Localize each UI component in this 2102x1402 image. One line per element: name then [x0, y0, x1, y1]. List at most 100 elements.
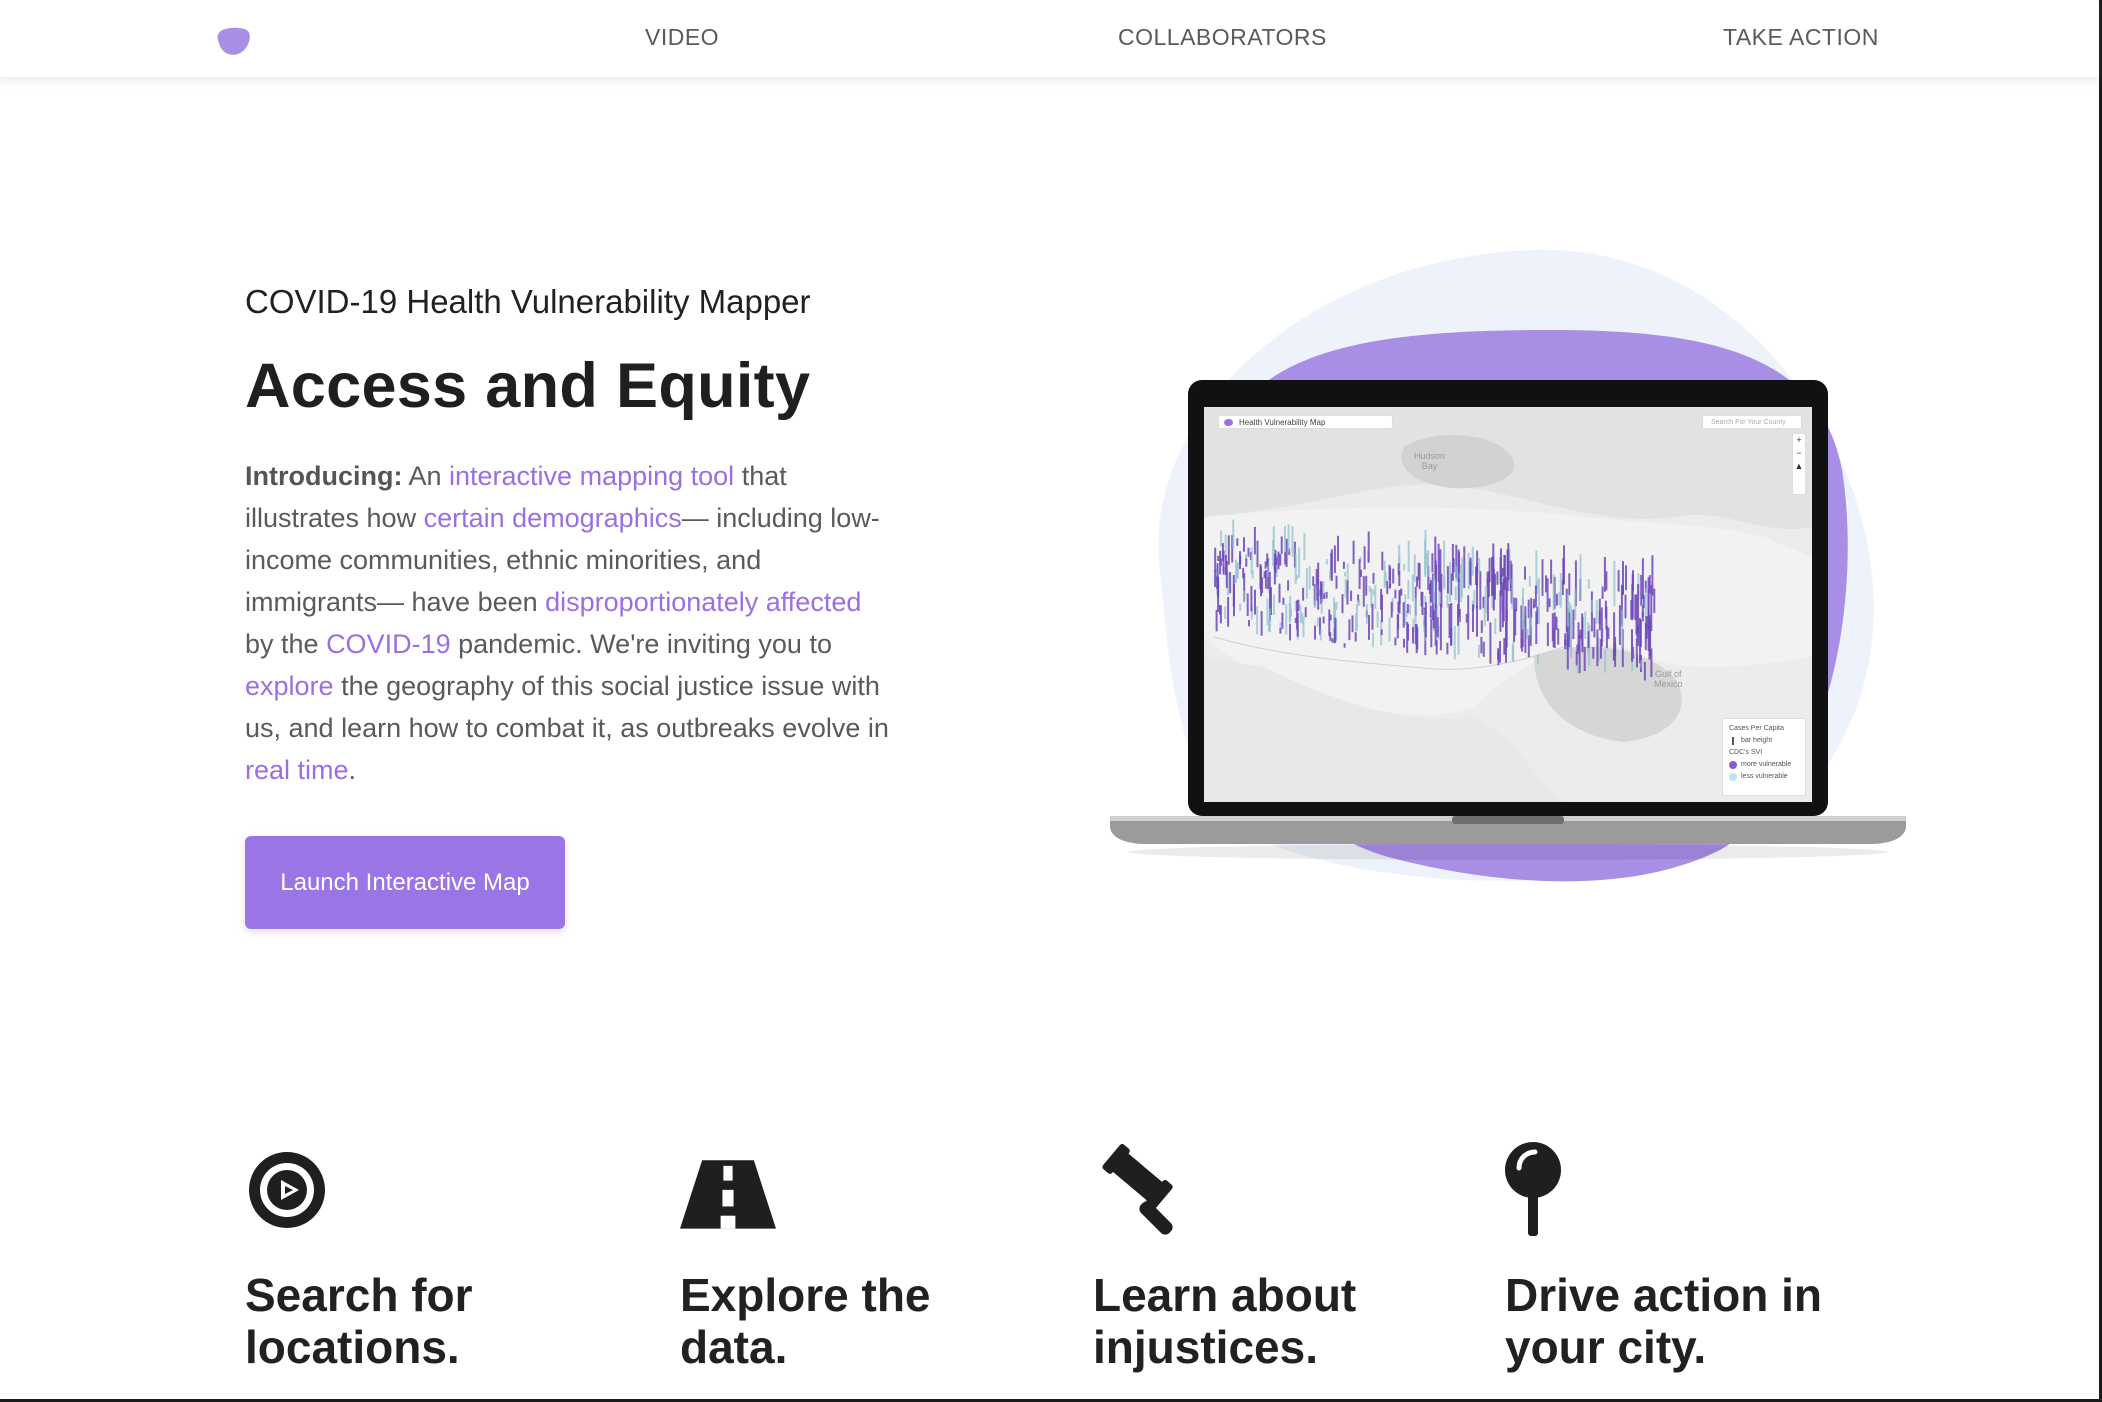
map-case-bar — [1260, 611, 1263, 636]
map-case-bar — [1214, 570, 1217, 587]
map-case-bar — [1644, 623, 1647, 650]
map-case-bar — [1343, 643, 1346, 648]
map-case-bar — [1398, 571, 1401, 586]
map-case-bar — [1334, 617, 1337, 643]
map-case-bar — [1283, 526, 1286, 553]
map-case-bar — [1430, 580, 1432, 603]
map-case-bar — [1437, 543, 1440, 582]
zoom-in-button[interactable]: + — [1793, 434, 1805, 447]
gavel-icon — [1102, 1144, 1173, 1235]
legend-more-vulnerable: more vulnerable — [1729, 759, 1799, 771]
map-case-bar — [1354, 632, 1357, 642]
map-case-bar — [1472, 604, 1474, 632]
link-interactive-mapping-tool[interactable]: interactive mapping tool — [449, 461, 734, 491]
map-case-bar — [1505, 621, 1507, 663]
map-case-bar — [1639, 619, 1642, 648]
map-case-bar — [1294, 553, 1297, 584]
bar-height-icon — [1732, 737, 1734, 745]
map-case-bar — [1587, 631, 1590, 649]
map-case-bar — [1499, 557, 1502, 584]
map-case-bar — [1643, 661, 1646, 681]
map-case-bar — [1416, 627, 1419, 650]
map-case-bar — [1328, 609, 1331, 636]
map-zoom-controls[interactable]: + − ▲ — [1792, 433, 1806, 495]
link-explore[interactable]: explore — [245, 671, 334, 701]
map-county-search[interactable]: Search For Your County — [1702, 415, 1802, 429]
map-case-bar — [1635, 594, 1638, 635]
link-covid-19[interactable]: COVID-19 — [326, 629, 451, 659]
map-case-bar — [1224, 534, 1227, 559]
launch-interactive-map-button[interactable]: Launch Interactive Map — [245, 836, 565, 929]
map-case-bar — [1358, 559, 1361, 589]
map-case-bar — [1469, 560, 1472, 584]
map-case-bar — [1376, 611, 1379, 628]
map-case-bar — [1647, 589, 1650, 631]
map-case-bar — [1438, 580, 1441, 591]
cyan-dot-icon — [1729, 773, 1737, 781]
map-case-bar — [1618, 605, 1621, 645]
map-case-bar — [1232, 519, 1235, 549]
map-case-bar — [1528, 576, 1531, 587]
map-case-bar — [1268, 571, 1271, 594]
map-case-bar — [1430, 618, 1433, 648]
map-case-bar — [1285, 538, 1288, 568]
nav-link-video[interactable]: VIDEO — [645, 24, 719, 51]
map-case-bar — [1579, 554, 1582, 600]
map-case-bar — [1446, 566, 1449, 594]
map-case-bar — [1302, 587, 1305, 601]
map-case-bar — [1380, 629, 1383, 635]
map-case-bar — [1636, 654, 1638, 668]
map-case-bar — [1471, 546, 1474, 576]
map-case-bar — [1572, 609, 1575, 640]
page: VIDEO COLLABORATORS TAKE ACTION COVID-19… — [0, 0, 2102, 1402]
map-case-bar — [1486, 582, 1489, 622]
map-case-bar — [1552, 628, 1555, 648]
map-case-bar — [1344, 579, 1347, 598]
map-case-bar — [1299, 605, 1302, 624]
map-case-bar — [1427, 550, 1430, 577]
map-case-bar — [1595, 600, 1598, 624]
map-case-bar — [1254, 589, 1256, 615]
map-case-bar — [1350, 590, 1353, 602]
map-case-bar — [1604, 649, 1607, 673]
nav-link-take-action[interactable]: TAKE ACTION — [1723, 24, 1879, 51]
map-case-bar — [1651, 555, 1654, 596]
map-case-bar — [1432, 575, 1435, 604]
map-case-bar — [1243, 537, 1245, 552]
link-certain-demographics[interactable]: certain demographics — [424, 503, 682, 533]
map-dropdown[interactable]: Health Vulnerability Map — [1218, 415, 1393, 429]
legend-more-label: more vulnerable — [1741, 761, 1792, 768]
map-case-bar — [1236, 538, 1239, 546]
map-case-bar — [1511, 578, 1514, 610]
feature-title: Search for locations. — [245, 1269, 473, 1373]
legend-less-vulnerable: less vulnerable — [1729, 771, 1799, 783]
feature-title: Drive action in your city. — [1505, 1269, 1822, 1373]
purple-dot-icon — [1729, 761, 1737, 769]
map-case-bar — [1386, 581, 1389, 595]
map-case-bar — [1641, 558, 1644, 600]
map-label-hudson-bay: Hudson Bay — [1414, 451, 1446, 471]
map-case-bar — [1489, 622, 1492, 664]
map-preview-graphic — [1204, 407, 1812, 802]
intro-text: An — [402, 461, 450, 491]
map-case-bar — [1346, 580, 1349, 605]
map-case-bar — [1365, 604, 1368, 624]
zoom-out-button[interactable]: − — [1793, 447, 1805, 460]
map-case-bar — [1424, 539, 1427, 577]
nav-link-collaborators[interactable]: COLLABORATORS — [1118, 24, 1327, 51]
link-real-time[interactable]: real time — [245, 755, 349, 785]
compass-button[interactable]: ▲ — [1793, 460, 1805, 473]
blob-logo-icon[interactable] — [216, 27, 252, 57]
map-case-bar — [1530, 598, 1533, 618]
map-case-bar — [1587, 579, 1590, 589]
map-case-bar — [1625, 565, 1627, 591]
map-case-bar — [1381, 594, 1383, 623]
map-case-bar — [1614, 636, 1617, 667]
top-navbar: VIDEO COLLABORATORS TAKE ACTION — [0, 0, 2099, 77]
map-case-bar — [1621, 610, 1624, 649]
map-case-bar — [1449, 562, 1452, 602]
map-case-bar — [1524, 606, 1527, 653]
map-case-bar — [1296, 600, 1299, 612]
map-case-bar — [1298, 547, 1301, 578]
link-disproportionately-affected[interactable]: disproportionately affected — [545, 587, 861, 617]
